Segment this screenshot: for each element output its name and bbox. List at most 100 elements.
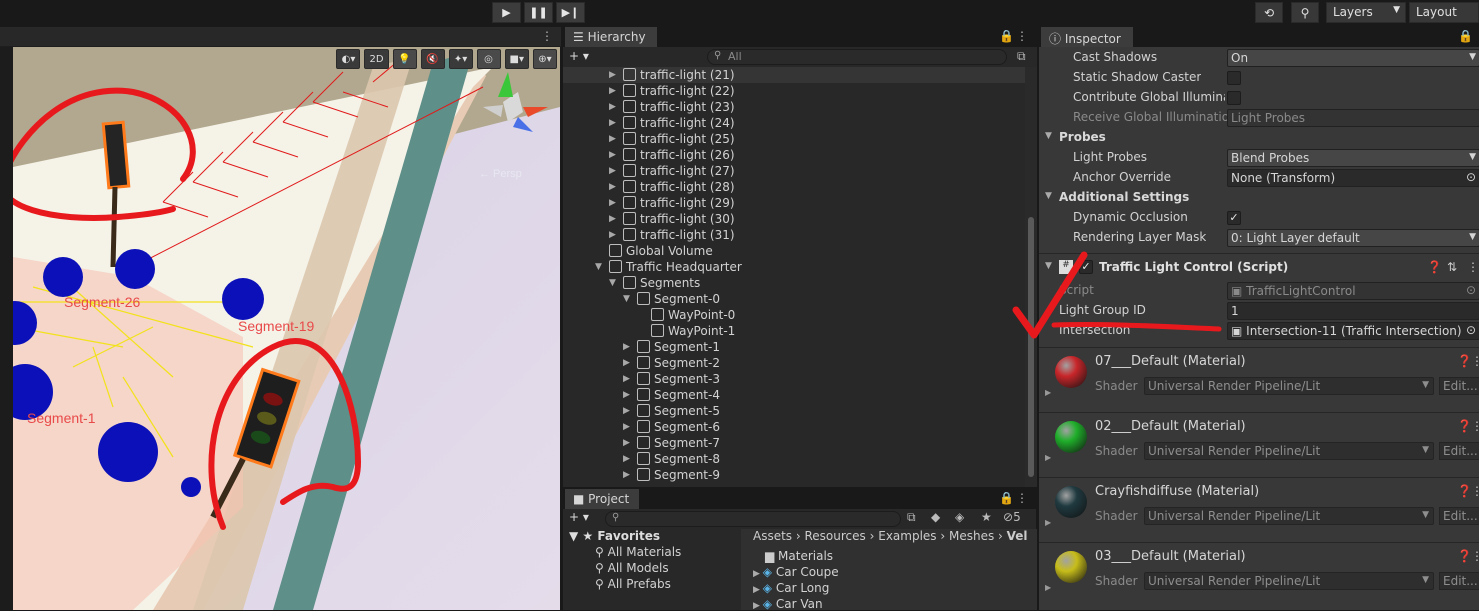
expand-arrow-icon[interactable]: ▶ <box>623 451 633 467</box>
expand-arrow-icon[interactable]: ▶ <box>609 131 619 147</box>
expand-arrow-icon[interactable]: ▶ <box>623 371 633 387</box>
breadcrumb-item[interactable]: Meshes <box>949 529 994 543</box>
scene-view[interactable]: Segment-26 Segment-19 Segment-1 ← Persp <box>13 47 560 610</box>
edit-shader-button[interactable]: Edit... <box>1439 442 1479 460</box>
expand-arrow-icon[interactable]: ▶ <box>623 339 633 355</box>
hidden-packages-icon[interactable]: ⊘5 <box>1003 510 1021 524</box>
more-options-icon[interactable]: ⋮ <box>1471 484 1479 498</box>
expand-arrow-icon[interactable]: ▶ <box>1045 453 1051 462</box>
layout-dropdown[interactable]: Layout <box>1409 2 1479 23</box>
hierarchy-row[interactable]: WayPoint-0 <box>563 307 1025 323</box>
light-probes-dropdown[interactable]: Blend Probes ▼ <box>1227 149 1479 167</box>
more-options-icon[interactable]: ⋮ <box>1016 491 1028 505</box>
dynamic-occlusion-checkbox[interactable]: ✓ <box>1227 211 1241 225</box>
edit-shader-button[interactable]: Edit... <box>1439 507 1479 525</box>
edit-shader-button[interactable]: Edit... <box>1439 377 1479 395</box>
hierarchy-row[interactable]: ▶ traffic-light (24) <box>563 115 1025 131</box>
help-icon[interactable]: ❓ <box>1457 354 1472 368</box>
contribute-gi-checkbox[interactable] <box>1227 91 1241 105</box>
more-options-icon[interactable]: ⋮ <box>1471 549 1479 563</box>
hierarchy-row[interactable]: ▶ traffic-light (29) <box>563 195 1025 211</box>
undo-history-button[interactable]: ⟲ <box>1255 2 1283 23</box>
hierarchy-search-input[interactable]: ⚲ All <box>707 49 1007 65</box>
hierarchy-row[interactable]: WayPoint-1 <box>563 323 1025 339</box>
hierarchy-scrollbar[interactable] <box>1025 67 1037 487</box>
shader-dropdown[interactable]: Universal Render Pipeline/Lit ▼ <box>1144 377 1434 395</box>
expand-arrow-icon[interactable]: ▶ <box>609 147 619 163</box>
hierarchy-row[interactable]: Global Volume <box>563 243 1025 259</box>
hierarchy-row[interactable]: ▶ Segment-3 <box>563 371 1025 387</box>
light-group-id-input[interactable]: 1 <box>1227 302 1479 320</box>
expand-arrow-icon[interactable]: ▶ <box>609 83 619 99</box>
expand-arrow-icon[interactable]: ▶ <box>1045 518 1051 527</box>
audio-toggle[interactable]: 🔇 <box>420 49 445 69</box>
scene-visibility-icon[interactable]: ⧉ <box>1017 49 1026 64</box>
hierarchy-row[interactable]: ▶ Segment-2 <box>563 355 1025 371</box>
lock-icon[interactable]: 🔒 <box>999 491 1014 505</box>
visibility-toggle[interactable]: ◎ <box>476 49 501 69</box>
hierarchy-row[interactable]: ▶ traffic-light (31) <box>563 227 1025 243</box>
gizmos-button[interactable]: ⊕▾ <box>533 49 557 69</box>
shader-dropdown[interactable]: Universal Render Pipeline/Lit ▼ <box>1144 572 1434 590</box>
hierarchy-row[interactable]: ▶ traffic-light (22) <box>563 83 1025 99</box>
help-icon[interactable]: ❓ <box>1457 419 1472 433</box>
step-button[interactable]: ▶❙ <box>556 2 585 23</box>
expand-arrow-icon[interactable]: ▶ <box>609 67 619 83</box>
favorite-item[interactable]: ⚲ All Prefabs <box>595 577 671 591</box>
label-icon[interactable]: ◈ <box>955 510 964 524</box>
expand-arrow-icon[interactable]: ▶ <box>623 419 633 435</box>
lock-icon[interactable]: 🔒 <box>1458 29 1473 43</box>
hierarchy-row[interactable]: ▶ Segment-9 <box>563 467 1025 483</box>
camera-button[interactable]: ■▾ <box>504 49 529 69</box>
tab-project[interactable]: ■ Project <box>565 489 639 509</box>
hierarchy-row[interactable]: ▶ traffic-light (25) <box>563 131 1025 147</box>
tab-hierarchy[interactable]: ☰ Hierarchy <box>565 27 657 47</box>
component-header[interactable]: ▼ # ✓ Traffic Light Control (Script) ❓ ⇅… <box>1039 258 1479 280</box>
hierarchy-row[interactable]: ▶ Segment-4 <box>563 387 1025 403</box>
more-options-icon[interactable]: ⋮ <box>1471 419 1479 433</box>
breadcrumb-item[interactable]: Vel <box>1007 529 1028 543</box>
help-icon[interactable]: ❓ <box>1457 549 1472 563</box>
draw-mode-button[interactable]: ◐▾ <box>336 49 361 69</box>
asset-item[interactable]: ▶ ◈ Car Van <box>753 597 823 611</box>
intersection-field[interactable]: ▣ Intersection-11 (Traffic Intersection)… <box>1227 322 1479 340</box>
hierarchy-row[interactable]: ▶ traffic-light (27) <box>563 163 1025 179</box>
lock-icon[interactable]: 🔒 <box>999 29 1014 43</box>
expand-arrow-icon[interactable]: ▶ <box>609 179 619 195</box>
expand-arrow-icon[interactable]: ▶ <box>609 115 619 131</box>
probes-section[interactable]: ▼ Probes <box>1039 128 1479 148</box>
object-picker-icon[interactable]: ⊙ <box>1466 323 1476 337</box>
more-options-icon[interactable]: ⋮ <box>1467 260 1479 274</box>
presets-icon[interactable]: ⇅ <box>1447 260 1457 274</box>
expand-arrow-icon[interactable]: ▶ <box>609 195 619 211</box>
expand-arrow-icon[interactable]: ▼ <box>595 259 605 275</box>
scene-viewport[interactable]: Segment-26 Segment-19 Segment-1 ← Persp <box>13 47 560 610</box>
hierarchy-row[interactable]: ▶ traffic-light (26) <box>563 147 1025 163</box>
favorites-header[interactable]: ▼ ★ Favorites <box>569 529 660 543</box>
asset-item[interactable]: ▶ ◈ Car Coupe <box>753 565 839 579</box>
search-by-type-icon[interactable]: ⧉ <box>907 510 916 525</box>
tab-inspector[interactable]: ⓘ Inspector <box>1041 27 1133 47</box>
expand-arrow-icon[interactable]: ▶ <box>609 163 619 179</box>
anchor-override-field[interactable]: None (Transform) ⊙ <box>1227 169 1479 187</box>
hierarchy-row[interactable]: ▶ Segment-8 <box>563 451 1025 467</box>
hierarchy-row[interactable]: ▼ Segment-0 <box>563 291 1025 307</box>
expand-arrow-icon[interactable]: ▶ <box>623 403 633 419</box>
create-asset-button[interactable]: + ▾ <box>569 510 589 524</box>
object-picker-icon[interactable]: ⊙ <box>1466 170 1476 184</box>
expand-arrow-icon[interactable]: ▶ <box>623 467 633 483</box>
expand-arrow-icon[interactable]: ▶ <box>623 387 633 403</box>
hierarchy-row[interactable]: ▶ Segment-7 <box>563 435 1025 451</box>
favorite-item[interactable]: ⚲ All Materials <box>595 545 681 559</box>
hierarchy-row[interactable]: ▶ Segment-1 <box>563 339 1025 355</box>
favorite-item[interactable]: ⚲ All Models <box>595 561 669 575</box>
effects-toggle[interactable]: ✦▾ <box>448 49 473 69</box>
shader-dropdown[interactable]: Universal Render Pipeline/Lit ▼ <box>1144 507 1434 525</box>
rendering-layer-mask-dropdown[interactable]: 0: Light Layer default ▼ <box>1227 229 1479 247</box>
search-button[interactable]: ⚲ <box>1291 2 1319 23</box>
expand-arrow-icon[interactable]: ▶ <box>1045 388 1051 397</box>
additional-settings-section[interactable]: ▼ Additional Settings <box>1039 188 1479 208</box>
asset-item[interactable]: ▶ ◈ Car Long <box>753 581 829 595</box>
help-icon[interactable]: ❓ <box>1427 260 1442 274</box>
hierarchy-row[interactable]: ▼ Segments <box>563 275 1025 291</box>
